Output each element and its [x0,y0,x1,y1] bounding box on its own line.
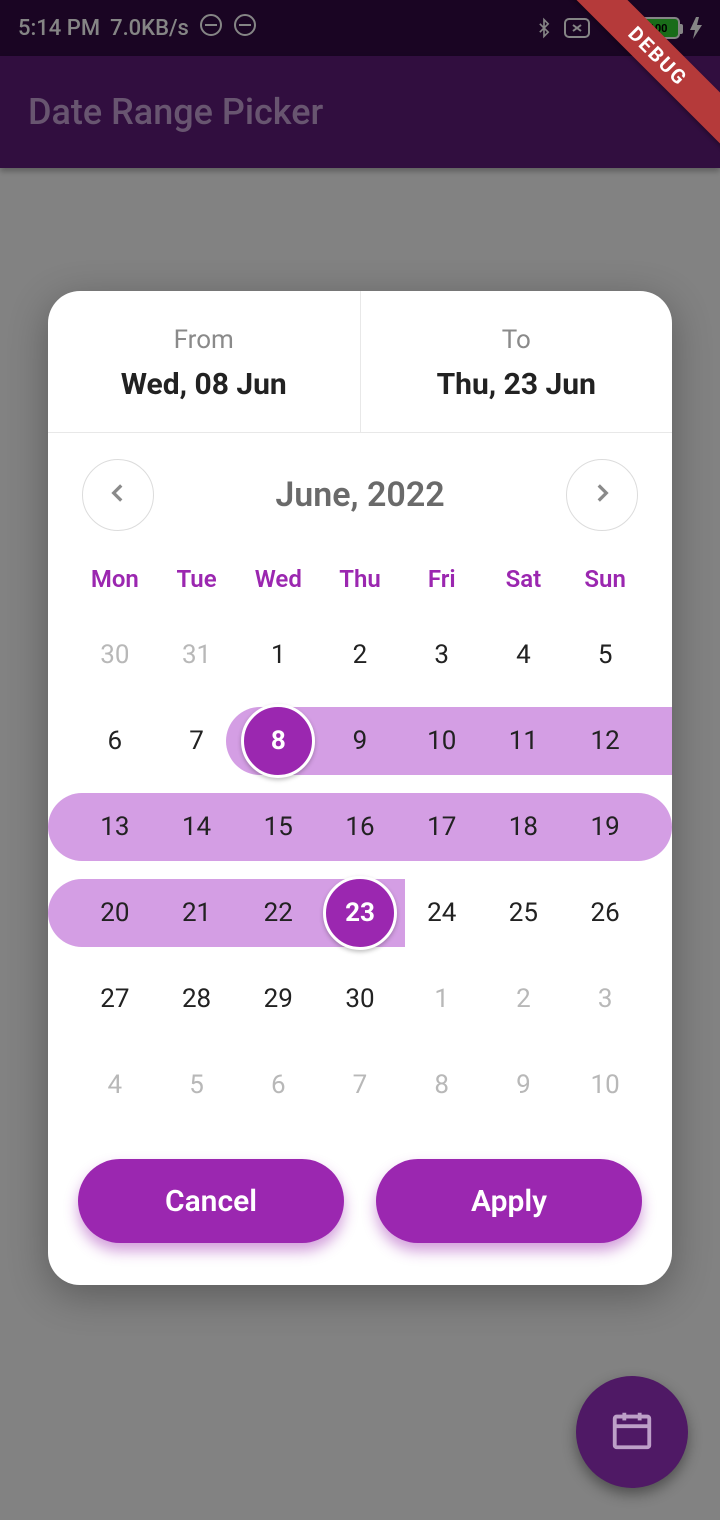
calendar-week-row: 13141516171819 [48,793,672,861]
calendar-day[interactable]: 30 [319,965,401,1033]
chevron-right-icon [589,480,615,510]
chevron-left-icon [105,480,131,510]
dow-fri: Fri [401,555,483,603]
calendar-day[interactable]: 24 [401,879,483,947]
to-label: To [361,325,673,355]
calendar-day[interactable]: 14 [156,793,238,861]
calendar-day[interactable]: 4 [483,621,565,689]
calendar-day[interactable]: 28 [156,965,238,1033]
calendar-day: 2 [483,965,565,1033]
calendar-day[interactable]: 3 [401,621,483,689]
from-value: Wed, 08 Jun [48,367,360,402]
picker-actions: Cancel Apply [48,1119,672,1261]
to-column[interactable]: To Thu, 23 Jun [361,291,673,432]
to-value: Thu, 23 Jun [361,367,673,402]
calendar-day[interactable]: 6 [74,707,156,775]
calendar-day: 30 [74,621,156,689]
calendar-day: 5 [156,1051,238,1119]
range-header: From Wed, 08 Jun To Thu, 23 Jun [48,291,672,433]
prev-month-button[interactable] [82,459,154,531]
dow-mon: Mon [74,555,156,603]
calendar-day[interactable]: 5 [564,621,646,689]
calendar-day: 3 [564,965,646,1033]
dow-wed: Wed [237,555,319,603]
calendar-fab[interactable] [576,1376,688,1488]
calendar-day: 1 [401,965,483,1033]
calendar-day: 6 [237,1051,319,1119]
calendar-day[interactable]: 29 [237,965,319,1033]
month-nav: June, 2022 [48,433,672,541]
calendar-day[interactable]: 15 [237,793,319,861]
calendar-day[interactable]: 7 [156,707,238,775]
calendar-day[interactable]: 18 [483,793,565,861]
weekday-header: Mon Tue Wed Thu Fri Sat Sun [48,555,672,603]
calendar-day[interactable]: 11 [483,707,565,775]
calendar-day[interactable]: 1 [237,621,319,689]
from-label: From [48,325,360,355]
from-column[interactable]: From Wed, 08 Jun [48,291,361,432]
cancel-button[interactable]: Cancel [78,1159,344,1243]
calendar-day[interactable]: 19 [564,793,646,861]
calendar-day[interactable]: 12 [564,707,646,775]
calendar-day[interactable]: 10 [401,707,483,775]
calendar-day: 4 [74,1051,156,1119]
calendar-day[interactable]: 20 [74,879,156,947]
calendar-day: 7 [319,1051,401,1119]
calendar-day: 31 [156,621,238,689]
calendar-grid: 3031123456789101112131415161718192021222… [48,621,672,1119]
calendar-week-row: 20212223242526 [48,879,672,947]
calendar-week-row: 303112345 [48,621,672,689]
calendar-day[interactable]: 16 [319,793,401,861]
dow-sun: Sun [564,555,646,603]
calendar-day[interactable]: 23 [319,879,401,947]
calendar-day[interactable]: 25 [483,879,565,947]
calendar-day[interactable]: 13 [74,793,156,861]
calendar-day: 8 [401,1051,483,1119]
calendar-day[interactable]: 26 [564,879,646,947]
month-title: June, 2022 [275,475,444,515]
calendar-day[interactable]: 9 [319,707,401,775]
calendar-week-row: 6789101112 [48,707,672,775]
calendar-day[interactable]: 2 [319,621,401,689]
calendar-day[interactable]: 17 [401,793,483,861]
calendar-day[interactable]: 27 [74,965,156,1033]
dow-thu: Thu [319,555,401,603]
dow-sat: Sat [483,555,565,603]
calendar-icon [609,1407,655,1457]
calendar-day: 10 [564,1051,646,1119]
calendar-week-row: 27282930123 [48,965,672,1033]
calendar-day: 9 [483,1051,565,1119]
calendar-day[interactable]: 22 [237,879,319,947]
apply-button[interactable]: Apply [376,1159,642,1243]
calendar-week-row: 45678910 [48,1051,672,1119]
dow-tue: Tue [156,555,238,603]
calendar-day[interactable]: 21 [156,879,238,947]
next-month-button[interactable] [566,459,638,531]
date-range-picker: From Wed, 08 Jun To Thu, 23 Jun June, 20… [48,291,672,1285]
modal-overlay[interactable]: From Wed, 08 Jun To Thu, 23 Jun June, 20… [0,0,720,1520]
calendar-day[interactable]: 8 [237,707,319,775]
